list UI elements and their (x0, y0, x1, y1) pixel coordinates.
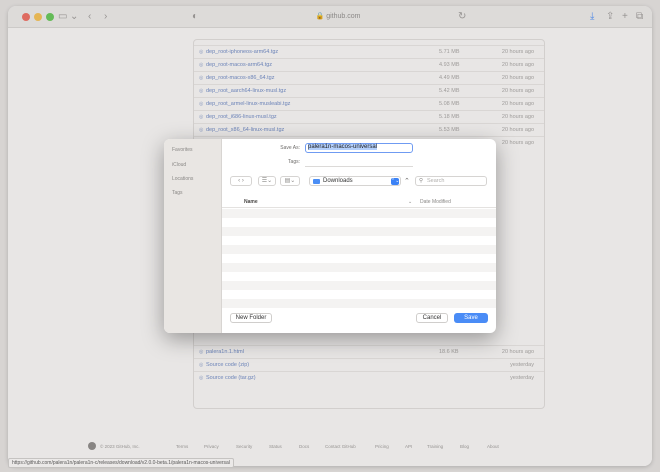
sidebar-item-locations[interactable]: Locations (172, 176, 193, 182)
list-stripe (222, 218, 496, 227)
group-view-icon[interactable]: ▤⌄ (280, 176, 300, 186)
sidebar-item-favorites[interactable]: Favorites (172, 147, 193, 153)
save-dialog: Favorites iCloud Locations Tags Save As:… (164, 139, 496, 333)
list-stripe (222, 209, 496, 218)
location-popup[interactable]: Downloads ⌃⌄ (309, 176, 401, 186)
chevron-down-icon: ⌃⌄ (391, 178, 400, 185)
search-placeholder: Search (427, 178, 445, 184)
file-list-header: Name ⌄ Date Modified (222, 196, 496, 208)
list-stripe (222, 254, 496, 263)
search-input[interactable]: ⚲ Search (415, 176, 487, 186)
list-stripe (222, 236, 496, 245)
sort-chevron-icon: ⌄ (408, 199, 413, 205)
list-stripe (222, 290, 496, 299)
dialog-main: Save As: palera1n-macos-universal Tags: … (222, 139, 496, 333)
list-stripe (222, 227, 496, 236)
save-as-label: Save As: (280, 145, 300, 151)
cancel-button[interactable]: Cancel (416, 313, 448, 323)
list-stripe (222, 263, 496, 272)
expand-collapse-icon[interactable]: ⌃ (404, 175, 410, 189)
dialog-footer: New Folder Cancel Save (222, 309, 496, 329)
sidebar-item-tags[interactable]: Tags (172, 190, 183, 196)
dialog-sidebar: Favorites iCloud Locations Tags (164, 139, 222, 333)
file-list[interactable] (222, 209, 496, 308)
list-view-icon[interactable]: ☰⌄ (258, 176, 276, 186)
list-stripe (222, 299, 496, 308)
tags-input[interactable] (305, 158, 413, 167)
list-stripe (222, 245, 496, 254)
column-name[interactable]: Name (244, 196, 258, 208)
folder-icon (313, 179, 320, 184)
save-as-input[interactable]: palera1n-macos-universal (305, 143, 413, 153)
column-date-modified[interactable]: Date Modified (420, 196, 451, 208)
list-stripe (222, 281, 496, 290)
list-stripe (222, 272, 496, 281)
sidebar-item-icloud[interactable]: iCloud (172, 162, 186, 168)
tags-label: Tags: (288, 159, 300, 165)
location-label: Downloads (323, 178, 353, 184)
save-button[interactable]: Save (454, 313, 488, 323)
dialog-toolbar: ‹ › ☰⌄ ▤⌄ Downloads ⌃⌄ ⌃ ⚲ Search (222, 174, 496, 188)
save-as-value: palera1n-macos-universal (308, 144, 378, 150)
back-forward-control[interactable]: ‹ › (230, 176, 252, 186)
search-icon: ⚲ (419, 178, 424, 184)
new-folder-button[interactable]: New Folder (230, 313, 272, 323)
